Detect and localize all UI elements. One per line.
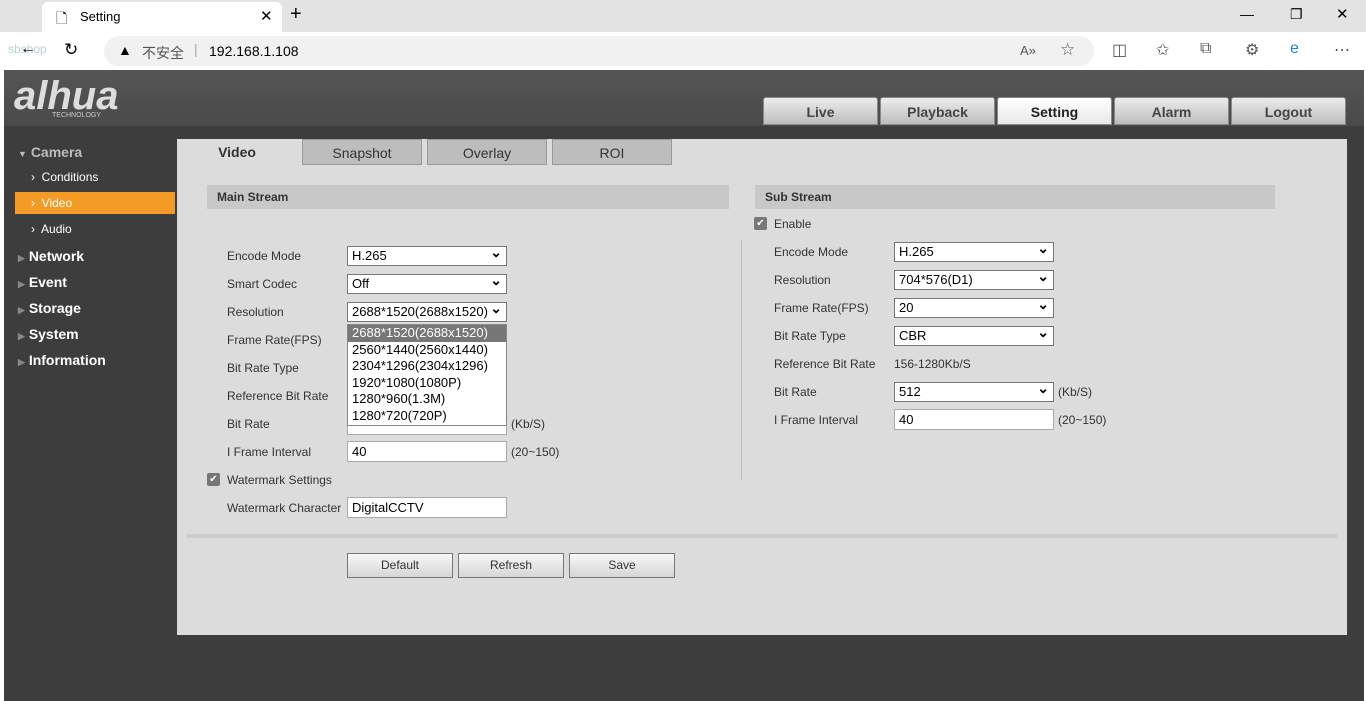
nav-playback[interactable]: Playback <box>880 97 995 125</box>
collections-icon[interactable]: ⧉ <box>1200 40 1211 58</box>
label: Bit Rate <box>227 417 270 431</box>
sub-bit-rate-type-select[interactable]: CBR <box>894 323 1054 346</box>
sub-stream-title: Sub Stream <box>755 185 1275 209</box>
warning-icon: ▲ <box>118 42 132 58</box>
tab-video[interactable]: Video <box>177 139 297 165</box>
tab-overlay[interactable]: Overlay <box>427 139 547 165</box>
save-button[interactable]: Save <box>569 553 675 578</box>
option[interactable]: 1280*720(720P) <box>348 408 506 425</box>
sub-bit-rate-select[interactable]: 512 <box>894 379 1054 402</box>
label: I Frame Interval <box>774 413 859 427</box>
sidebar-storage[interactable]: ▶ Storage <box>18 300 81 316</box>
nav-alarm[interactable]: Alarm <box>1114 97 1229 125</box>
page-icon: 🗋 <box>56 10 68 26</box>
reference-bit-rate-value: 156-1280Kb/S <box>894 357 971 371</box>
main-i-frame-input[interactable]: 40 <box>347 441 507 462</box>
extensions-icon[interactable]: ⚙ <box>1245 40 1259 60</box>
label: Smart Codec <box>227 277 298 291</box>
main-stream-title: Main Stream <box>207 185 729 209</box>
option[interactable]: 1280*960(1.3M) <box>348 391 506 408</box>
divider <box>741 240 742 480</box>
favorite-icon[interactable]: ☆ <box>1060 40 1075 60</box>
sidebar-network[interactable]: ▶ Network <box>18 248 84 264</box>
refresh-icon[interactable]: ↻ <box>64 40 78 60</box>
label: Watermark Settings <box>227 473 332 487</box>
label: Reference Bit Rate <box>227 389 329 403</box>
unit: (Kb/S) <box>511 417 546 431</box>
ie-mode-icon[interactable]: e <box>1290 40 1299 58</box>
label: Reference Bit Rate <box>774 357 876 371</box>
label: Enable <box>774 217 812 231</box>
sidebar-item-video[interactable]: › Video <box>15 192 175 214</box>
option[interactable]: 2304*1296(2304x1296) <box>348 358 506 375</box>
option[interactable]: 2688*1520(2688x1520) <box>348 325 506 342</box>
main-resolution-select[interactable]: 2688*1520(2688x1520) <box>347 299 507 322</box>
favorites-icon[interactable]: ✩ <box>1156 40 1169 60</box>
refresh-button[interactable]: Refresh <box>458 553 564 578</box>
label: Resolution <box>774 273 831 287</box>
resolution-dropdown[interactable]: 2688*1520(2688x1520) 2560*1440(2560x1440… <box>347 324 507 426</box>
label: Frame Rate(FPS) <box>774 301 869 315</box>
main-smart-codec-select[interactable]: Off <box>347 271 507 294</box>
enable-checkbox[interactable]: ✔ <box>754 217 767 230</box>
option[interactable]: 1920*1080(1080P) <box>348 375 506 392</box>
url-text: 192.168.1.108 <box>209 43 299 59</box>
default-button[interactable]: Default <box>347 553 453 578</box>
sidebar-information[interactable]: ▶ Information <box>18 352 106 368</box>
sidebar-system[interactable]: ▶ System <box>18 326 79 342</box>
nav-setting[interactable]: Setting <box>997 97 1112 125</box>
sub-encode-mode-select[interactable]: H.265 <box>894 239 1054 262</box>
new-tab-icon[interactable]: + <box>290 3 302 26</box>
split-screen-icon[interactable]: ◫ <box>1112 40 1127 60</box>
logo-subtitle: TECHNOLOGY <box>52 112 102 119</box>
read-aloud-icon[interactable]: A» <box>1020 43 1036 58</box>
nav-logout[interactable]: Logout <box>1231 97 1346 125</box>
restore-icon[interactable]: ❐ <box>1290 6 1303 23</box>
sidebar-camera[interactable]: ▼ Camera <box>18 144 82 160</box>
close-window-icon[interactable]: ✕ <box>1336 5 1349 23</box>
label: Bit Rate <box>774 385 817 399</box>
label: Watermark Character <box>227 501 342 515</box>
browser-tab[interactable]: 🗋 Setting ✕ <box>42 2 282 32</box>
more-icon[interactable]: ⋯ <box>1334 40 1350 60</box>
sub-resolution-select[interactable]: 704*576(D1) <box>894 267 1054 290</box>
unit: (Kb/S) <box>1058 385 1093 399</box>
label: Frame Rate(FPS) <box>227 333 322 347</box>
watermark-checkbox[interactable]: ✔ <box>207 473 220 486</box>
close-tab-icon[interactable]: ✕ <box>260 7 273 25</box>
sub-i-frame-input[interactable]: 40 <box>894 409 1054 430</box>
label: Encode Mode <box>774 245 849 259</box>
divider <box>187 534 1337 538</box>
minimize-icon[interactable]: — <box>1240 6 1254 22</box>
label: Resolution <box>227 305 284 319</box>
tab-roi[interactable]: ROI <box>552 139 672 165</box>
nav-live[interactable]: Live <box>763 97 878 125</box>
tab-snapshot[interactable]: Snapshot <box>302 139 422 165</box>
url-field[interactable]: ▲ 不安全 | 192.168.1.108 <box>104 36 1094 66</box>
range: (20~150) <box>1058 413 1107 427</box>
sub-frame-rate-select[interactable]: 20 <box>894 295 1054 318</box>
security-label: 不安全 <box>142 45 184 61</box>
back-icon[interactable]: ← <box>20 40 36 58</box>
label: Bit Rate Type <box>227 361 299 375</box>
main-encode-mode-select[interactable]: H.265 <box>347 243 507 266</box>
option[interactable]: 2560*1440(2560x1440) <box>348 342 506 359</box>
label: Bit Rate Type <box>774 329 846 343</box>
sidebar-item-conditions[interactable]: › Conditions <box>15 166 175 188</box>
sidebar-event[interactable]: ▶ Event <box>18 274 67 290</box>
tab-title: Setting <box>80 9 121 24</box>
label: I Frame Interval <box>227 445 312 459</box>
label: Encode Mode <box>227 249 302 263</box>
range: (20~150) <box>511 445 560 459</box>
sidebar-item-audio[interactable]: › Audio <box>15 218 175 240</box>
watermark-character-input[interactable]: DigitalCCTV <box>347 497 507 518</box>
